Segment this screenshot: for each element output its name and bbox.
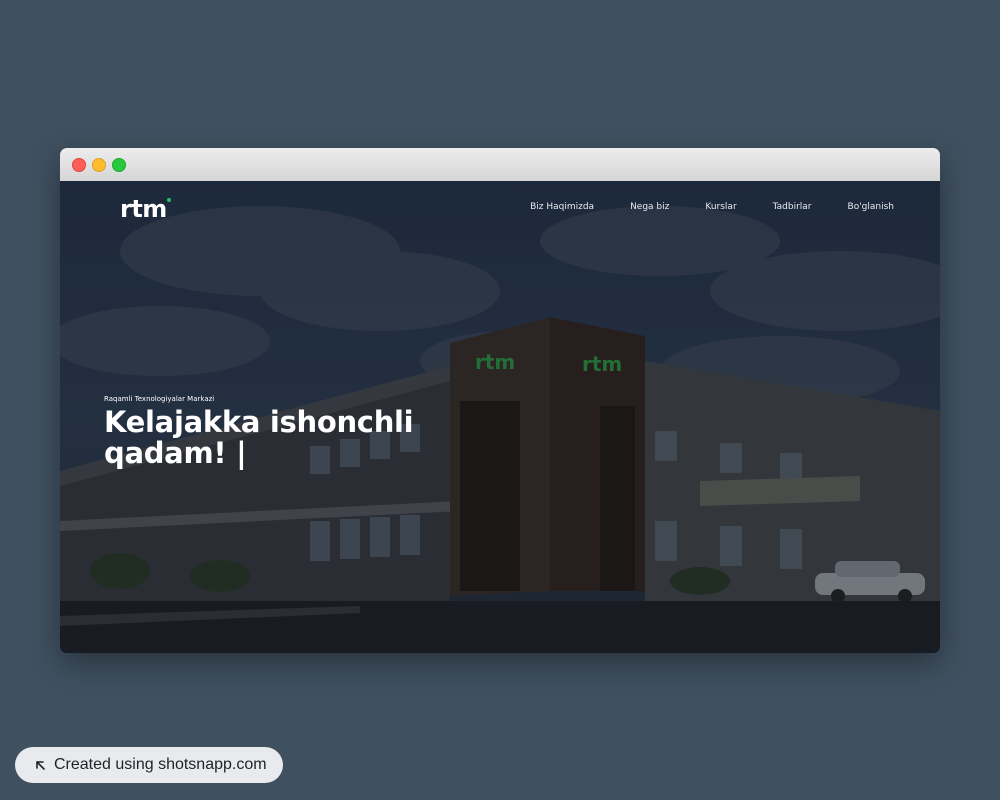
maximize-window-button[interactable] <box>112 158 126 172</box>
nav-link-biz-haqimizda[interactable]: Biz Haqimizda <box>530 202 594 212</box>
site-logo[interactable]: rtm <box>120 195 171 223</box>
logo-text: rtm <box>120 195 167 223</box>
close-window-button[interactable] <box>72 158 86 172</box>
logo-accent-dot <box>166 198 171 202</box>
hero-headline-line1: Kelajakka ishonchli <box>104 405 414 439</box>
hero-subtitle: Raqamli Texnologiyalar Markazi <box>104 395 215 403</box>
nav-link-boglanish[interactable]: Bo'glanish <box>848 202 894 212</box>
minimize-window-button[interactable] <box>92 158 106 172</box>
arrow-up-left-icon <box>36 761 45 770</box>
browser-window: rtm rtm rtm Biz Haqimizda Nega biz Kursl… <box>60 148 940 653</box>
nav-link-nega-biz[interactable]: Nega biz <box>630 202 669 212</box>
window-titlebar <box>60 148 940 182</box>
nav-link-kurslar[interactable]: Kurslar <box>705 202 736 212</box>
shotsnapp-badge[interactable]: Created using shotsnapp.com <box>15 747 283 783</box>
hero-headline-line2: qadam! | <box>104 436 247 470</box>
hero-headline: Kelajakka ishonchli qadam! | <box>104 407 464 469</box>
hero-section: rtm rtm rtm Biz Haqimizda Nega biz Kursl… <box>60 181 940 653</box>
nav-link-tadbirlar[interactable]: Tadbirlar <box>773 202 812 212</box>
main-nav: Biz Haqimizda Nega biz Kurslar Tadbirlar… <box>494 202 894 212</box>
badge-text: Created using shotsnapp.com <box>54 756 267 773</box>
